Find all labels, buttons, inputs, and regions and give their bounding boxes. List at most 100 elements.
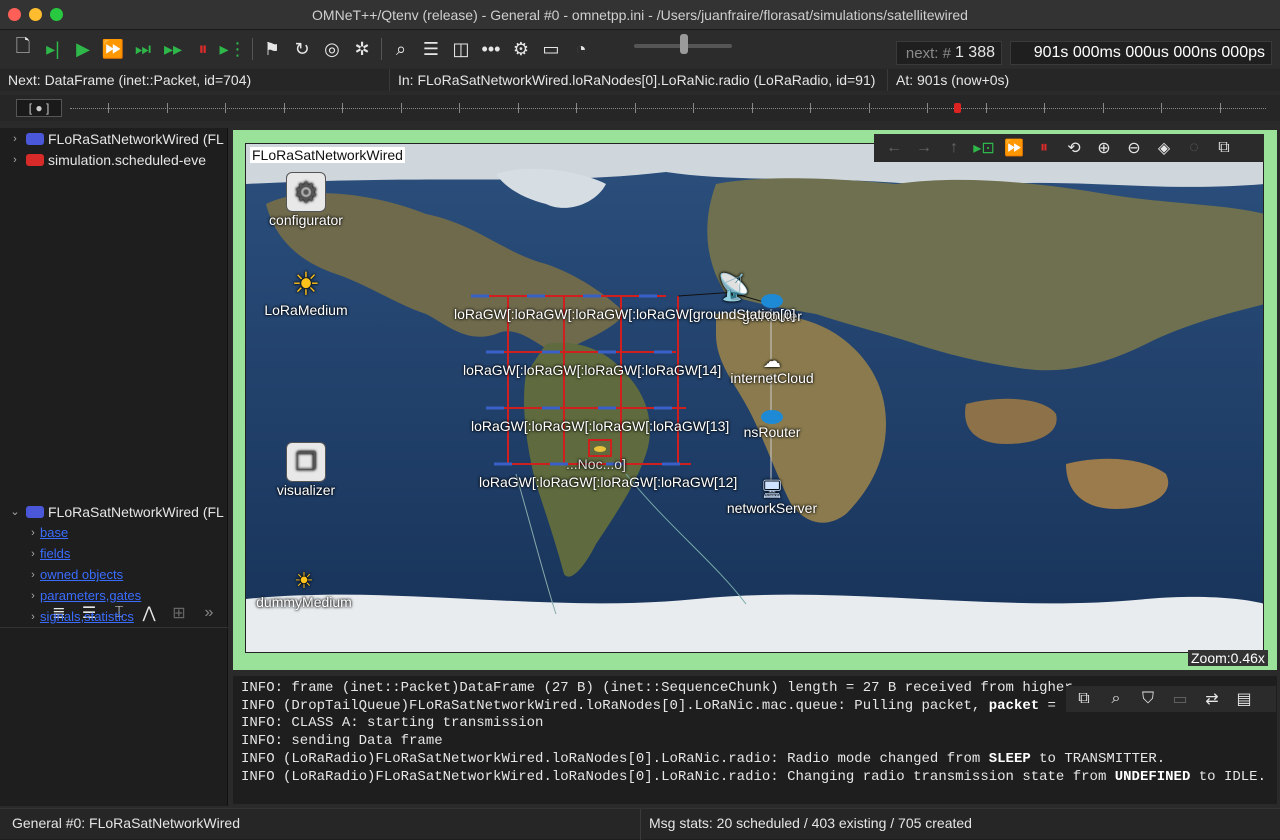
log-mode-icon[interactable]: ▤ [1230, 686, 1258, 712]
3d-view-icon[interactable]: ◌ [1180, 135, 1208, 161]
chevron-right-icon[interactable]: › [26, 569, 40, 581]
satellite-row-3[interactable]: loRaGW[:loRaGW[:loRaGW[:loRaGW[13] [471, 418, 729, 434]
world-map-background [246, 144, 1263, 652]
log-line: INFO: sending Data frame [241, 733, 1269, 751]
run-until-icon[interactable]: ▸| [38, 34, 68, 64]
zoom-window-button[interactable] [50, 8, 63, 21]
log-toolbar: ⧉ ⌕ ⛉ ▭ ⇄ ▤ [1066, 686, 1276, 712]
express-run-icon[interactable]: ⏭ [128, 34, 158, 64]
step-icon[interactable]: ▸▸ [158, 34, 188, 64]
inspector-group[interactable]: › owned objects [8, 564, 228, 585]
simulation-time-display: 901s 000ms 000us 000ns 000ps [1010, 41, 1272, 65]
timeline-event-marker[interactable] [954, 103, 961, 113]
new-run-icon[interactable]: 🗋 [8, 34, 38, 64]
loramedium-module[interactable]: ☀ LoRaMedium [258, 266, 354, 318]
find-in-log-icon[interactable]: ⌕ [1102, 686, 1130, 712]
event-module-info: In: FLoRaSatNetworkWired.loRaNodes[0].Lo… [390, 69, 888, 91]
chevron-right-icon[interactable]: › [26, 527, 40, 539]
tree-item-label: simulation.scheduled-eve [48, 151, 206, 168]
find-icon[interactable]: ⌕ [386, 34, 416, 64]
copy-icon[interactable]: ⧉ [1070, 686, 1098, 712]
timeline-range-button[interactable]: [ ● ] [16, 99, 62, 117]
chevron-right-icon[interactable]: › [8, 133, 22, 145]
log-line-text: INFO: sending Data frame [241, 733, 443, 750]
rebuild-icon[interactable]: ↻ [287, 34, 317, 64]
configurator-label: configurator [269, 212, 343, 228]
module-tree-icon[interactable]: ⧉ [1210, 135, 1238, 161]
video-icon[interactable]: ▭ [536, 34, 566, 64]
tree-item[interactable]: › FLoRaSatNetworkWired (FL [8, 128, 228, 149]
window-controls [8, 8, 63, 21]
timeline-tick [1161, 103, 1162, 113]
debug-icon[interactable]: ✲ [347, 34, 377, 64]
inspector-group-parameters-gates[interactable]: parameters,gates [40, 588, 141, 603]
satellite-row-2[interactable]: loRaGW[:loRaGW[:loRaGW[:loRaGW[14] [463, 362, 721, 378]
nsrouter-module[interactable]: nsRouter [732, 410, 812, 440]
network-icon [26, 505, 44, 518]
satellite-row-4[interactable]: loRaGW[:loRaGW[:loRaGW[:loRaGW[12] [479, 474, 737, 490]
inspector-group[interactable]: › signals,statistics [8, 606, 228, 627]
forward-icon[interactable]: → [910, 135, 938, 161]
stop-icon[interactable]: ⏸ [1030, 135, 1058, 161]
configurator-module[interactable]: ⚙ configurator [264, 172, 348, 228]
inspector-group-signals-statistics[interactable]: signals,statistics [40, 609, 134, 624]
next-event-value: 1 388 [954, 44, 995, 61]
step-icon[interactable]: ▸⊡ [970, 135, 998, 161]
inspector-group-owned-objects[interactable]: owned objects [40, 567, 123, 582]
next-event-label: next: # [905, 44, 951, 62]
run-icon[interactable]: ▶ [68, 34, 98, 64]
lora-nodes-label[interactable]: ...Noc...o] [566, 456, 626, 472]
close-window-button[interactable] [8, 8, 21, 21]
timeline-axis [70, 108, 1266, 109]
stop-icon[interactable]: ⏸ [188, 34, 218, 64]
chevron-right-icon[interactable]: › [26, 611, 40, 623]
timeline-icon[interactable]: ••• [476, 34, 506, 64]
log-settings-icon[interactable]: ▭ [1166, 686, 1194, 712]
zoom-in-icon[interactable]: ⊕ [1090, 135, 1118, 161]
inspector-group[interactable]: › fields [8, 543, 228, 564]
message-mode-icon[interactable]: ⇄ [1198, 686, 1226, 712]
layout-log-icon[interactable]: ☰ [416, 34, 446, 64]
back-icon[interactable]: ← [880, 135, 908, 161]
run-until-marker-icon[interactable]: ▸⋮ [218, 34, 248, 64]
inspector-group[interactable]: › parameters,gates [8, 585, 228, 606]
zoom-out-icon[interactable]: ⊖ [1120, 135, 1148, 161]
visualizer-module[interactable]: ❐ visualizer [264, 442, 348, 498]
log-line-text: INFO (LoRaRadio)FLoRaSatNetworkWired.loR… [241, 750, 989, 767]
inspector-root[interactable]: ⌄ FLoRaSatNetworkWired (FL [8, 501, 228, 522]
timeline-tick [868, 103, 870, 113]
satellite-row-1[interactable]: loRaGW[:loRaGW[:loRaGW[:loRaGW[groundSta… [454, 306, 796, 322]
tree-item[interactable]: › simulation.scheduled-eve [8, 149, 228, 170]
filter-icon[interactable]: ⛉ [1134, 686, 1162, 712]
speed-slider-handle[interactable] [680, 34, 688, 54]
dummymedium-module[interactable]: ☀ dummyMedium [250, 568, 358, 610]
inspector-group-fields[interactable]: fields [40, 546, 70, 561]
log-line-text: INFO (DropTailQueue)FLoRaSatNetworkWired… [241, 697, 989, 714]
loramedium-label: LoRaMedium [264, 302, 348, 318]
chevron-down-icon[interactable]: ⌄ [8, 505, 22, 518]
fast-run-icon[interactable]: ⏩ [98, 34, 128, 64]
internetcloud-module[interactable]: ☁ internetCloud [722, 352, 822, 386]
record-icon[interactable]: ◎ [317, 34, 347, 64]
chevron-right-icon[interactable]: › [26, 590, 40, 602]
chevron-right-icon[interactable]: › [26, 548, 40, 560]
config-status: General #0: FLoRaSatNetworkWired [12, 815, 240, 831]
finish-icon[interactable]: ⚑ [257, 34, 287, 64]
fast-forward-icon[interactable]: ⏩ [1000, 135, 1028, 161]
inspector-group[interactable]: › base [8, 522, 228, 543]
layers-icon[interactable]: ◈ [1150, 135, 1178, 161]
chevron-right-icon[interactable]: › [8, 154, 22, 166]
settings-icon[interactable]: ⚙ [506, 34, 536, 64]
timeline-tick [108, 103, 109, 113]
speed-icon[interactable]: ◔ [566, 34, 596, 64]
relayout-icon[interactable]: ⟲ [1060, 135, 1088, 161]
groundstation-label: groundStation[0] [692, 306, 796, 322]
minimize-window-button[interactable] [29, 8, 42, 21]
timeline-bar[interactable]: [ ● ] [0, 95, 1280, 121]
object-inspector: ⌄ FLoRaSatNetworkWired (FL › base › fields… [8, 501, 228, 627]
layout-split-icon[interactable]: ◫ [446, 34, 476, 64]
inspector-group-base[interactable]: base [40, 525, 68, 540]
network-canvas[interactable]: FLoRaSatNetworkWired ⚙ configurator ☀ Lo… [245, 143, 1264, 653]
up-icon[interactable]: ↑ [940, 135, 968, 161]
timeline-tick [166, 103, 168, 113]
